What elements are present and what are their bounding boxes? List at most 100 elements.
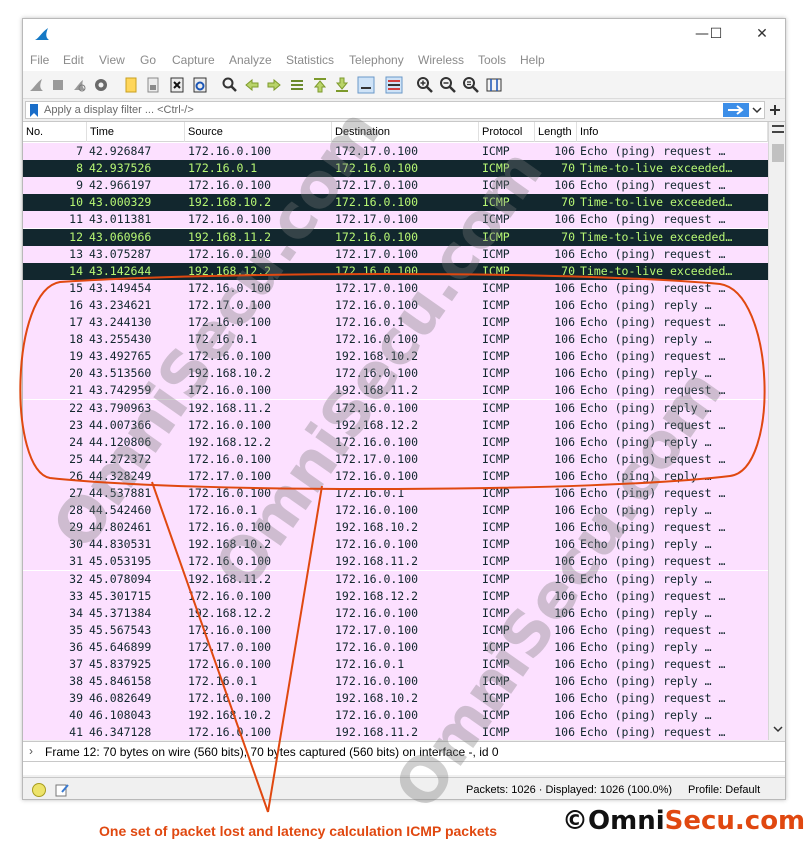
stop-capture-icon[interactable] (49, 76, 67, 94)
column-protocol[interactable]: Protocol (479, 122, 535, 142)
find-packet-icon[interactable] (221, 76, 239, 94)
packet-no: 25 (69, 451, 83, 466)
table-row[interactable]: 14 43.142644 192.168.12.2 172.16.0.100 ICMP 7… (23, 262, 768, 280)
packet-length: 106 (554, 417, 575, 432)
go-back-icon[interactable] (243, 76, 261, 94)
go-to-packet-icon[interactable] (288, 76, 306, 94)
save-file-icon[interactable] (144, 76, 162, 94)
table-row[interactable]: 13 43.075287 172.16.0.100 172.17.0.100 ICMP 1… (23, 245, 768, 263)
menu-statistics[interactable]: Statistics (286, 53, 334, 67)
menu-edit[interactable]: Edit (63, 53, 84, 67)
filter-history-dropdown-icon[interactable] (752, 105, 762, 115)
menu-tools[interactable]: Tools (478, 53, 506, 67)
table-row[interactable]: 31 45.053195 172.16.0.100 192.168.11.2 ICMP 1… (23, 553, 768, 571)
packet-protocol: ICMP (482, 451, 510, 466)
zoom-normal-icon[interactable] (462, 76, 480, 94)
table-row[interactable]: 41 46.347128 172.16.0.100 192.168.11.2 ICMP 1… (23, 724, 768, 740)
column-no[interactable]: No. (23, 122, 87, 142)
scroll-down-icon[interactable] (773, 724, 783, 734)
packet-destination: 192.168.12.2 (335, 588, 419, 603)
packet-time: 43.000329 (89, 195, 152, 210)
packet-destination: 172.16.0.100 (335, 639, 419, 654)
restart-capture-icon[interactable] (70, 76, 88, 94)
table-row[interactable]: 38 45.846158 172.16.0.1 172.16.0.100 ICMP 106… (23, 673, 768, 691)
packet-source: 172.17.0.100 (188, 639, 272, 654)
column-time[interactable]: Time (87, 122, 185, 142)
packet-no: 19 (69, 349, 83, 364)
packet-destination: 172.16.0.100 (335, 537, 419, 552)
menu-telephony[interactable]: Telephony (349, 53, 404, 67)
first-packet-icon[interactable] (311, 76, 329, 94)
close-button[interactable]: ✕ (747, 23, 777, 45)
table-row[interactable]: 30 44.830531 192.168.10.2 172.16.0.100 ICMP 1… (23, 536, 768, 554)
table-row[interactable]: 34 45.371384 192.168.12.2 172.16.0.100 ICMP 1… (23, 604, 768, 622)
apply-filter-arrow-icon[interactable] (723, 103, 749, 117)
column-info[interactable]: Info (577, 122, 768, 142)
packet-protocol: ICMP (482, 349, 510, 364)
table-row[interactable]: 32 45.078094 192.168.11.2 172.16.0.100 ICMP 1… (23, 570, 768, 588)
table-row[interactable]: 11 43.011381 172.16.0.100 172.17.0.100 ICMP 1… (23, 211, 768, 229)
table-row[interactable]: 29 44.802461 172.16.0.100 192.168.10.2 ICMP 1… (23, 519, 768, 537)
table-row[interactable]: 35 45.567543 172.16.0.100 172.17.0.100 ICMP 1… (23, 621, 768, 639)
packet-info: Echo (ping) reply … (580, 639, 712, 654)
menu-file[interactable]: File (30, 53, 49, 67)
add-filter-button-icon[interactable] (768, 103, 782, 117)
packet-length: 106 (554, 708, 575, 723)
auto-scroll-icon[interactable] (357, 76, 375, 94)
packet-no: 32 (69, 571, 83, 586)
packet-no: 17 (69, 315, 83, 329)
packet-protocol: ICMP (482, 554, 510, 569)
brand-suffix: .com (734, 806, 806, 836)
menu-help[interactable]: Help (520, 53, 545, 67)
packet-length: 106 (554, 725, 575, 740)
table-row[interactable]: 33 45.301715 172.16.0.100 192.168.12.2 ICMP 1… (23, 587, 768, 605)
packet-no: 11 (69, 212, 83, 227)
packet-protocol: ICMP (482, 468, 510, 483)
table-row[interactable]: 39 46.082649 172.16.0.100 192.168.10.2 ICMP 1… (23, 690, 768, 708)
colorize-icon[interactable] (385, 76, 403, 94)
packet-no: 23 (69, 417, 83, 432)
packet-source: 172.16.0.100 (188, 622, 272, 637)
table-row[interactable]: 40 46.108043 192.168.10.2 172.16.0.100 ICMP 1… (23, 707, 768, 725)
packet-time: 43.234621 (89, 297, 152, 312)
maximize-button[interactable]: ☐ (701, 23, 731, 45)
profile-indicator[interactable]: Profile: Default (688, 784, 760, 796)
open-file-icon[interactable] (122, 76, 140, 94)
capture-options-icon[interactable] (92, 76, 110, 94)
table-row[interactable]: 10 43.000329 192.168.10.2 172.16.0.100 ICMP 7… (23, 194, 768, 212)
table-row[interactable]: 7 42.926847 172.16.0.100 172.17.0.100 ICMP 10… (23, 143, 768, 161)
packet-no: 7 (76, 144, 83, 158)
menu-wireless[interactable]: Wireless (418, 53, 464, 67)
zoom-out-icon[interactable] (439, 76, 457, 94)
table-row[interactable]: 37 45.837925 172.16.0.100 172.16.0.1 ICMP 106… (23, 656, 768, 674)
close-file-icon[interactable] (168, 76, 186, 94)
bookmark-icon[interactable] (29, 104, 39, 117)
packet-protocol: ICMP (482, 315, 510, 329)
menu-analyze[interactable]: Analyze (229, 53, 272, 67)
last-packet-icon[interactable] (333, 76, 351, 94)
menu-capture[interactable]: Capture (172, 53, 215, 67)
packet-info: Echo (ping) reply … (580, 674, 712, 689)
packet-list-scrollbar[interactable] (768, 122, 785, 740)
expand-arrow-icon[interactable]: › (29, 744, 33, 758)
display-filter-input[interactable] (44, 103, 724, 117)
packet-length: 106 (554, 451, 575, 466)
table-row[interactable]: 9 42.966197 172.16.0.100 172.17.0.100 ICMP 10… (23, 177, 768, 195)
table-row[interactable]: 36 45.646899 172.17.0.100 172.16.0.100 ICMP 1… (23, 638, 768, 656)
expert-info-icon[interactable] (31, 782, 47, 798)
reload-file-icon[interactable] (191, 76, 209, 94)
menu-go[interactable]: Go (140, 53, 156, 67)
annotation-caption: One set of packet lost and latency calcu… (99, 823, 498, 839)
menu-view[interactable]: View (99, 53, 125, 67)
start-capture-icon[interactable] (27, 76, 45, 94)
table-row[interactable]: 12 43.060966 192.168.11.2 172.16.0.100 ICMP 7… (23, 228, 768, 246)
packet-time: 43.142644 (89, 263, 152, 278)
packet-no: 16 (69, 297, 83, 312)
capture-comment-icon[interactable] (54, 782, 70, 798)
resize-columns-icon[interactable] (485, 76, 503, 94)
go-forward-icon[interactable] (265, 76, 283, 94)
scrollbar-thumb[interactable] (772, 144, 784, 162)
zoom-in-icon[interactable] (416, 76, 434, 94)
table-row[interactable]: 8 42.937526 172.16.0.1 172.16.0.100 ICMP 70 Ti… (23, 160, 768, 178)
column-length[interactable]: Length (535, 122, 577, 142)
